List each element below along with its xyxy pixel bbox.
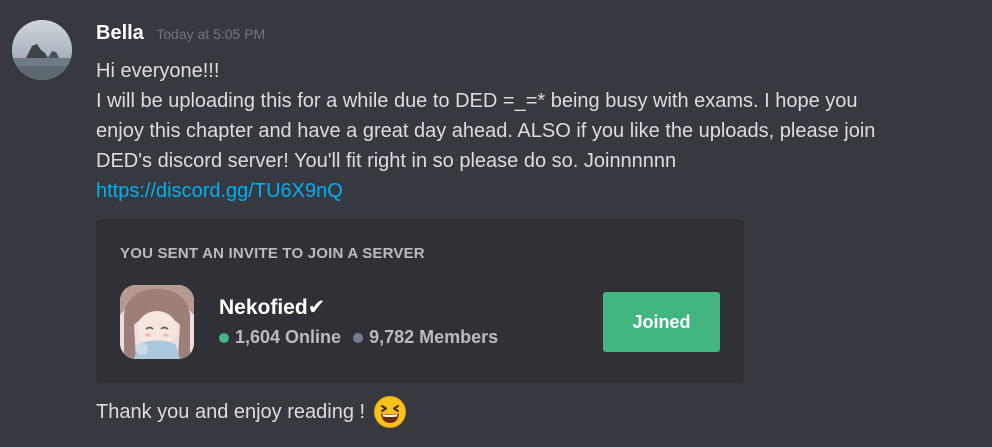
- message-line: DED's discord server! You'll fit right i…: [96, 150, 677, 172]
- chat-message: Bella Today at 5:05 PM Hi everyone!!! I …: [0, 0, 992, 447]
- server-invite-embed: YOU SENT AN INVITE TO JOIN A SERVER Neko…: [96, 219, 744, 383]
- laughing-emoji-icon: [373, 395, 407, 429]
- message-header: Bella Today at 5:05 PM: [96, 22, 265, 45]
- server-stats: 1,604 Online 9,782 Members: [219, 327, 498, 348]
- server-icon-image: [120, 285, 194, 359]
- username[interactable]: Bella: [96, 22, 144, 44]
- invite-header: YOU SENT AN INVITE TO JOIN A SERVER: [120, 245, 425, 262]
- invite-link[interactable]: https://discord.gg/TU6X9nQ: [96, 180, 343, 202]
- online-status-dot: [219, 332, 229, 343]
- server-name: Nekofied✔: [219, 296, 326, 319]
- closing-text: Thank you and enjoy reading !: [96, 401, 366, 423]
- message-content: Hi everyone!!! I will be uploading this …: [96, 56, 976, 206]
- member-count: 9,782 Members: [369, 327, 499, 347]
- message-line: I will be uploading this for a while due…: [96, 90, 858, 112]
- server-icon[interactable]: [120, 285, 194, 359]
- avatar-image: [12, 20, 72, 80]
- timestamp: Today at 5:05 PM: [156, 26, 266, 42]
- user-avatar[interactable]: [12, 20, 72, 80]
- joined-button[interactable]: Joined: [603, 292, 720, 352]
- members-dot: [353, 332, 364, 343]
- online-count: 1,604 Online: [235, 327, 342, 347]
- message-line: enjoy this chapter and have a great day …: [96, 120, 876, 142]
- message-closing: Thank you and enjoy reading !: [96, 395, 407, 429]
- message-line: Hi everyone!!!: [96, 60, 220, 82]
